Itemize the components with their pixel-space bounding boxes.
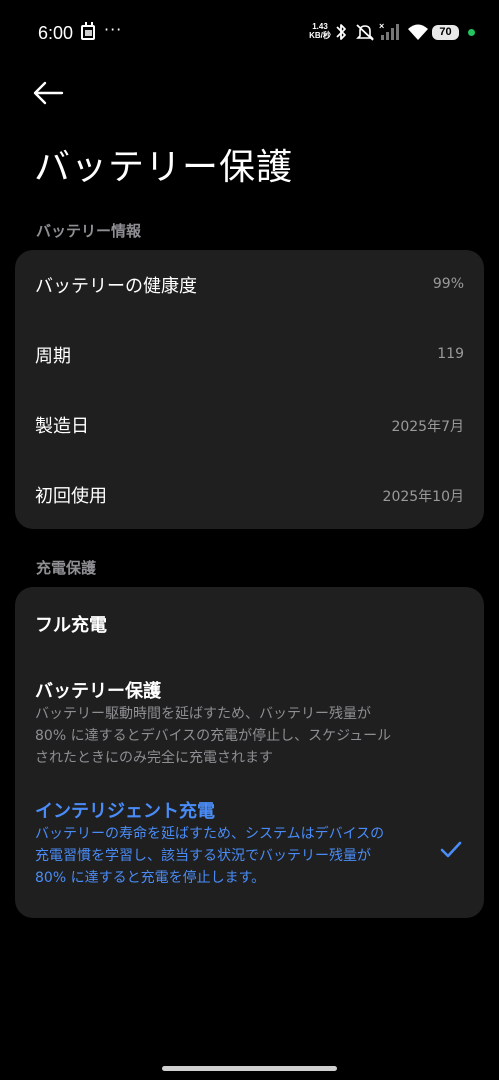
manufacture-date-row[interactable]: 製造日 2025年7月 [15,390,484,460]
battery-info-section-label: バッテリー情報 [36,222,142,240]
wifi-icon [408,24,428,40]
page-title: バッテリー保護 [34,147,294,188]
desc-line: バッテリー駆動時間を延ばすため、バッテリー残量が [35,706,371,722]
home-indicator[interactable] [162,1066,337,1071]
option-intelligent-charging-desc: バッテリーの寿命を延ばすため、システムはデバイスの 充電習慣を学習し、該当する状… [35,823,430,889]
status-bar: 6:00 ··· 1.43 KB/秒 × 70 [0,0,499,64]
cycle-count-value: 119 [437,346,464,362]
option-battery-protection-title: バッテリー保護 [35,681,161,702]
manufacture-date-value: 2025年7月 [391,419,464,435]
manufacture-date-label: 製造日 [35,416,89,437]
charge-protection-section-label: 充電保護 [36,559,97,577]
battery-health-row[interactable]: バッテリーの健康度 99% [15,250,484,320]
back-arrow-icon [33,81,64,105]
bluetooth-icon [336,24,346,40]
desc-line: されたときにのみ完全に充電されます [35,750,273,766]
privacy-indicator-dot [468,29,475,36]
option-battery-protection-desc: バッテリー駆動時間を延ばすため、バッテリー残量が 80% に達するとデバイスの充… [35,703,430,769]
network-speed-value: 1.43 [312,22,328,31]
desc-line: 80% に達すると充電を停止します。 [35,870,266,886]
desc-line: 充電習慣を学習し、該当する状況でバッテリー残量が [35,848,371,864]
battery-health-value: 99% [432,276,464,292]
status-time: 6:00 [38,23,74,43]
network-speed: 1.43 KB/秒 [307,22,333,40]
battery-health-label: バッテリーの健康度 [35,276,197,297]
checkmark-icon [440,841,462,858]
option-battery-protection[interactable]: バッテリー保護 バッテリー駆動時間を延ばすため、バッテリー残量が 80% に達す… [15,662,484,777]
charge-protection-card: フル充電 バッテリー保護 バッテリー駆動時間を延ばすため、バッテリー残量が 80… [15,587,484,918]
silent-mode-icon [356,24,374,41]
desc-line: 80% に達するとデバイスの充電が停止し、スケジュール [35,728,392,744]
first-use-label: 初回使用 [35,486,107,507]
cellular-signal-icon: × [379,22,399,40]
more-notifications-icon: ··· [104,20,123,39]
first-use-row[interactable]: 初回使用 2025年10月 [15,460,484,530]
option-full-charge[interactable]: フル充電 [15,587,484,662]
option-full-charge-title: フル充電 [35,615,107,636]
desc-line: バッテリーの寿命を延ばすため、システムはデバイスの [35,826,385,842]
svg-text:×: × [379,22,384,31]
battery-info-card: バッテリーの健康度 99% 周期 119 製造日 2025年7月 初回使用 20… [15,250,484,529]
calendar-icon [81,22,95,40]
option-intelligent-charging[interactable]: インテリジェント充電 バッテリーの寿命を延ばすため、システムはデバイスの 充電習… [15,777,484,918]
cycle-count-row[interactable]: 周期 119 [15,320,484,390]
cycle-count-label: 周期 [35,346,71,367]
network-speed-unit: KB/秒 [309,31,331,40]
battery-icon: 70 [432,25,459,40]
back-button[interactable] [30,78,70,112]
option-intelligent-charging-title: インテリジェント充電 [35,801,215,822]
first-use-value: 2025年10月 [382,489,464,505]
